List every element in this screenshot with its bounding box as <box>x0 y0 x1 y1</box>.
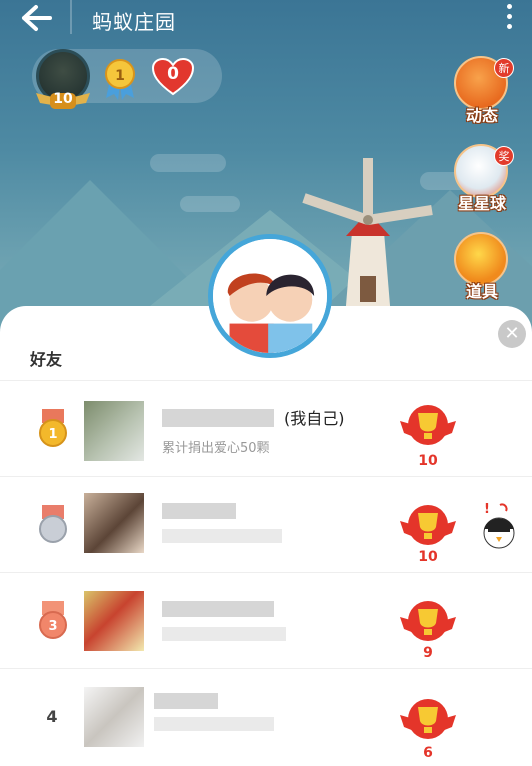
cloud <box>150 154 226 172</box>
subtitle-placeholder <box>162 529 282 543</box>
trophy-icon <box>400 601 456 641</box>
rank-number: 4 <box>46 707 58 726</box>
name-placeholder <box>154 693 218 709</box>
list-item[interactable]: 3 9 <box>0 572 532 668</box>
medal-icon[interactable]: 1 <box>104 58 136 100</box>
trophy-count: 10 <box>418 549 438 565</box>
name-placeholder <box>162 601 274 617</box>
name-placeholder <box>162 409 274 427</box>
list-item[interactable]: 4 6 <box>0 668 532 764</box>
svg-text:!: ! <box>484 502 490 517</box>
list-item[interactable]: 10 ! <box>0 476 532 572</box>
reward-badge: 奖 <box>494 146 514 166</box>
star-ball-label: 星星球 <box>457 194 506 213</box>
self-label: (我自己) <box>284 409 345 428</box>
svg-text:1: 1 <box>115 68 125 84</box>
top-bar: 蚂蚁庄园 <box>0 0 532 40</box>
friends-group-avatar <box>208 234 332 358</box>
name-placeholder <box>162 503 236 519</box>
more-menu-icon[interactable] <box>504 4 514 34</box>
avatar <box>84 493 144 553</box>
donation-text: 累计捐出爱心50颗 <box>162 441 270 456</box>
close-icon[interactable]: ✕ <box>498 320 526 348</box>
props-button[interactable]: 道具 <box>452 232 512 302</box>
subtitle-placeholder <box>154 717 274 731</box>
thief-chick-icon[interactable]: ! <box>480 501 518 549</box>
trophy-count: 10 <box>418 453 438 469</box>
trophy-count: 9 <box>423 645 433 661</box>
props-label: 道具 <box>465 282 498 301</box>
subtitle-placeholder <box>162 627 286 641</box>
avatar <box>84 687 144 747</box>
avatar <box>84 401 144 461</box>
title-divider <box>70 0 72 34</box>
page-title: 蚂蚁庄园 <box>92 10 176 34</box>
heart-count: 0 <box>167 64 179 84</box>
friends-panel: 好友 ✕ 1 (我自己) 累计捐出爱心50颗 10 10 ! 3 9 4 6 <box>0 306 532 766</box>
trophy-count: 6 <box>423 745 433 761</box>
avatar <box>84 591 144 651</box>
trophy-icon <box>400 505 456 545</box>
section-label: 好友 <box>30 350 63 369</box>
svg-text:1: 1 <box>48 427 57 442</box>
feed-button[interactable]: 新 动态 <box>452 56 514 126</box>
level-value: 10 <box>53 91 73 107</box>
star-ball-button[interactable]: 奖 星星球 <box>452 144 514 214</box>
new-badge: 新 <box>494 58 514 78</box>
bronze-medal-icon: 3 <box>39 601 67 639</box>
feed-label: 动态 <box>465 106 498 125</box>
silver-medal-icon <box>39 505 67 543</box>
gold-medal-icon: 1 <box>39 409 67 447</box>
trophy-icon <box>400 405 456 445</box>
list-item[interactable]: 1 (我自己) 累计捐出爱心50颗 10 <box>0 380 532 476</box>
svg-text:3: 3 <box>48 619 57 634</box>
back-arrow-icon[interactable] <box>20 4 52 32</box>
trophy-icon <box>400 699 456 739</box>
